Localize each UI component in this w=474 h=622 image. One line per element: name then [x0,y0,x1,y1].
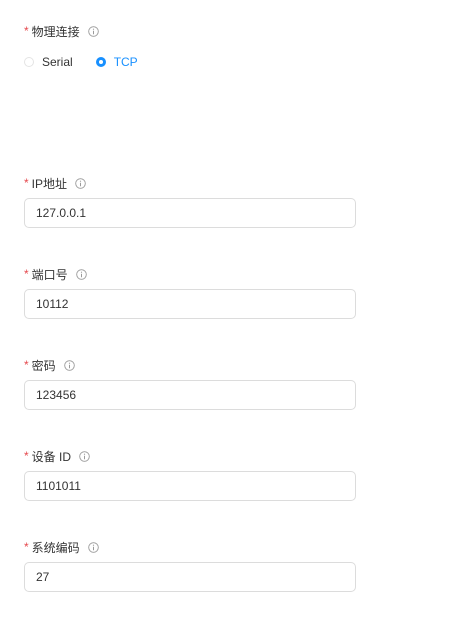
radio-serial[interactable]: Serial [24,55,73,69]
ip-label: * IP地址 [24,175,86,191]
system-code-label: * 系统编码 [24,539,99,555]
info-icon[interactable] [63,359,75,371]
info-icon[interactable] [75,268,87,280]
required-mark: * [24,176,29,190]
system-code-input[interactable] [24,562,356,592]
required-mark: * [24,267,29,281]
info-icon[interactable] [87,25,99,37]
port-label: * 端口号 [24,266,87,282]
connection-label-text: 物理连接 [31,24,80,39]
port-input[interactable] [24,289,356,319]
required-mark: * [24,449,29,463]
radio-tcp[interactable]: TCP [95,55,138,69]
password-label-text: 密码 [31,358,56,373]
required-mark: * [24,540,29,554]
radio-serial-label[interactable]: Serial [42,55,73,69]
radio-tcp-dot[interactable] [95,57,106,67]
port-label-text: 端口号 [31,267,68,282]
password-label: * 密码 [24,357,75,373]
connection-label: * 物理连接 [24,23,99,39]
required-mark: * [24,358,29,372]
ip-label-text: IP地址 [31,176,68,191]
system-code-label-text: 系统编码 [31,540,80,555]
password-input[interactable] [24,380,356,410]
required-mark: * [24,24,29,38]
info-icon[interactable] [75,177,86,189]
device-id-label-text: 设备 ID [31,449,72,464]
radio-tcp-label[interactable]: TCP [114,55,138,69]
connection-radio-group: Serial TCP [24,55,138,69]
device-id-label: * 设备 ID [24,448,90,464]
ip-input[interactable] [24,198,356,228]
radio-serial-dot[interactable] [24,57,34,67]
info-icon[interactable] [87,541,99,553]
device-id-input[interactable] [24,471,356,501]
info-icon[interactable] [79,450,90,462]
